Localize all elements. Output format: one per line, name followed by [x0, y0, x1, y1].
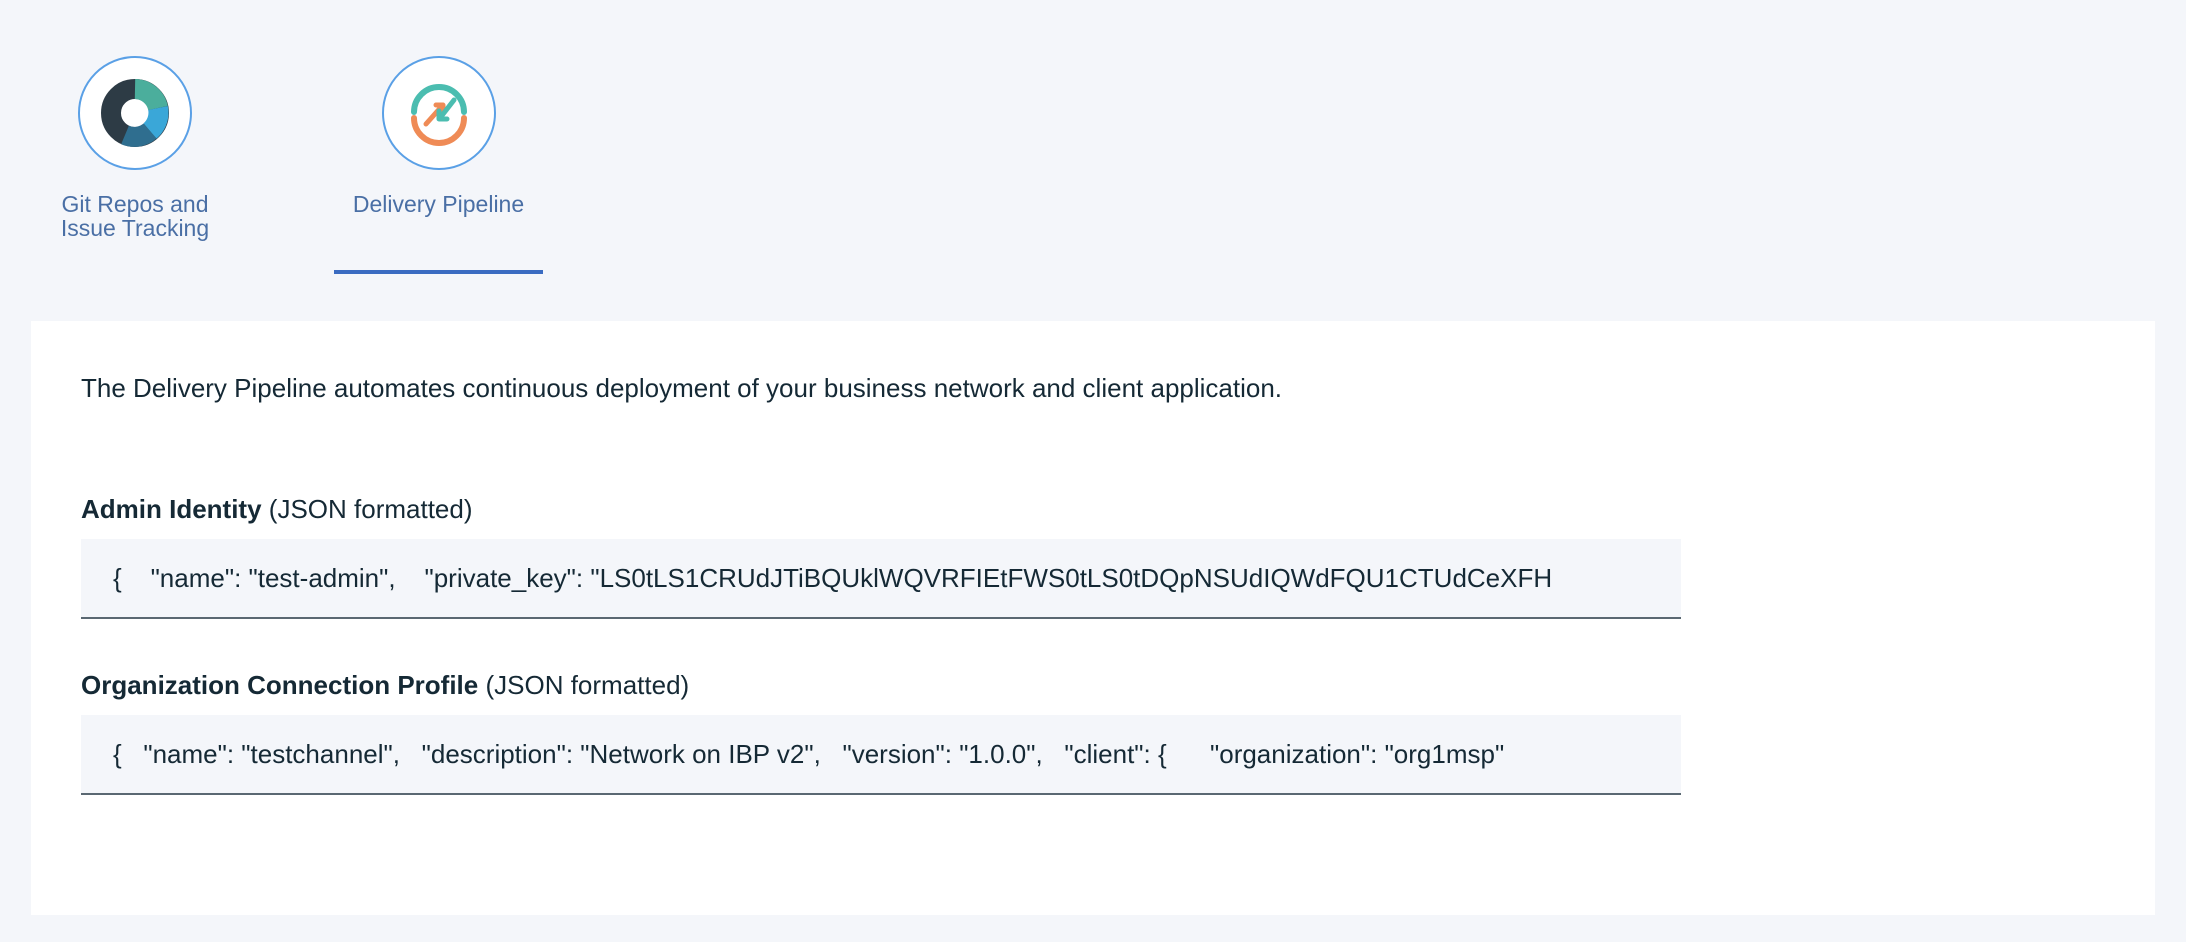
- tab-git-repos[interactable]: Git Repos and Issue Tracking: [40, 0, 230, 276]
- git-repos-icon: [78, 56, 192, 170]
- delivery-pipeline-icon: [381, 56, 496, 170]
- admin-identity-value[interactable]: { "name": "test-admin", "private_key": "…: [113, 563, 1649, 594]
- tab-delivery-pipeline[interactable]: Delivery Pipeline: [334, 0, 543, 276]
- connection-profile-value[interactable]: { "name": "testchannel", "description": …: [113, 739, 1649, 770]
- admin-identity-label-suffix: (JSON formatted): [261, 494, 473, 524]
- admin-identity-label-bold: Admin Identity: [81, 494, 262, 524]
- connection-profile-label: Organization Connection Profile (JSON fo…: [81, 670, 689, 701]
- connection-profile-label-suffix: (JSON formatted): [478, 670, 690, 700]
- connection-profile-field[interactable]: { "name": "testchannel", "description": …: [81, 715, 1681, 795]
- connection-profile-label-bold: Organization Connection Profile: [81, 670, 479, 700]
- tab-git-repos-label: Git Repos and Issue Tracking: [60, 191, 210, 241]
- tab-delivery-pipeline-label: Delivery Pipeline: [352, 191, 525, 217]
- delivery-pipeline-panel: The Delivery Pipeline automates continuo…: [31, 321, 2155, 915]
- admin-identity-field[interactable]: { "name": "test-admin", "private_key": "…: [81, 539, 1681, 619]
- selected-tab-indicator: [334, 270, 543, 274]
- panel-description: The Delivery Pipeline automates continuo…: [81, 373, 1283, 403]
- admin-identity-label: Admin Identity (JSON formatted): [81, 494, 473, 525]
